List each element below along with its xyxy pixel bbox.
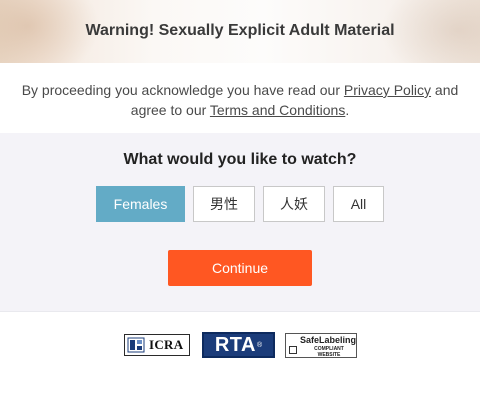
preference-question: What would you like to watch? bbox=[123, 151, 357, 168]
disclaimer-prefix-2: agree to our bbox=[130, 102, 210, 118]
safelabeling-sub-2: WEBSITE bbox=[317, 352, 341, 358]
option-females-button[interactable]: Females bbox=[96, 186, 185, 222]
warning-title: Warning! Sexually Explicit Adult Materia… bbox=[85, 22, 395, 39]
safelabeling-logo: SafeLabeling COMPLIANT WEBSITE bbox=[285, 333, 357, 358]
age-verification-modal: Warning! Sexually Explicit Adult Materia… bbox=[0, 0, 480, 395]
option-trans-button[interactable]: 人妖 bbox=[263, 186, 325, 222]
rta-logo: RTA ® bbox=[202, 332, 275, 358]
privacy-policy-link[interactable]: Privacy Policy bbox=[344, 82, 431, 98]
option-all-button[interactable]: All bbox=[333, 186, 384, 222]
safelabeling-subtitle: COMPLIANT WEBSITE bbox=[306, 346, 352, 358]
disclaimer-period: . bbox=[345, 102, 350, 118]
disclaimer-suffix: and bbox=[431, 82, 459, 98]
disclaimer-line-2: agree to our Terms and Conditions. bbox=[0, 100, 480, 120]
modal-header: Warning! Sexually Explicit Adult Materia… bbox=[0, 0, 480, 63]
icra-emblem-icon bbox=[127, 337, 145, 353]
rta-registered-mark: ® bbox=[256, 341, 263, 349]
rta-text: RTA bbox=[214, 333, 256, 356]
disclaimer-prefix: By proceeding you acknowledge you have r… bbox=[21, 82, 344, 98]
disclaimer-text: By proceeding you acknowledge you have r… bbox=[0, 80, 480, 120]
compliance-badges: ICRA RTA ® SafeLabeling COMPLIANT WEBSITE bbox=[0, 311, 480, 395]
preference-section: What would you like to watch? Females 男性… bbox=[0, 133, 480, 311]
continue-button[interactable]: Continue bbox=[168, 250, 312, 286]
checkbox-icon bbox=[289, 346, 297, 354]
icra-text: ICRA bbox=[149, 337, 184, 352]
icra-logo: ICRA bbox=[124, 334, 190, 356]
safelabeling-title: SafeLabeling bbox=[300, 335, 357, 345]
disclaimer-line-1: By proceeding you acknowledge you have r… bbox=[0, 80, 480, 100]
option-male-button[interactable]: 男性 bbox=[193, 186, 255, 222]
terms-link[interactable]: Terms and Conditions bbox=[210, 102, 345, 118]
